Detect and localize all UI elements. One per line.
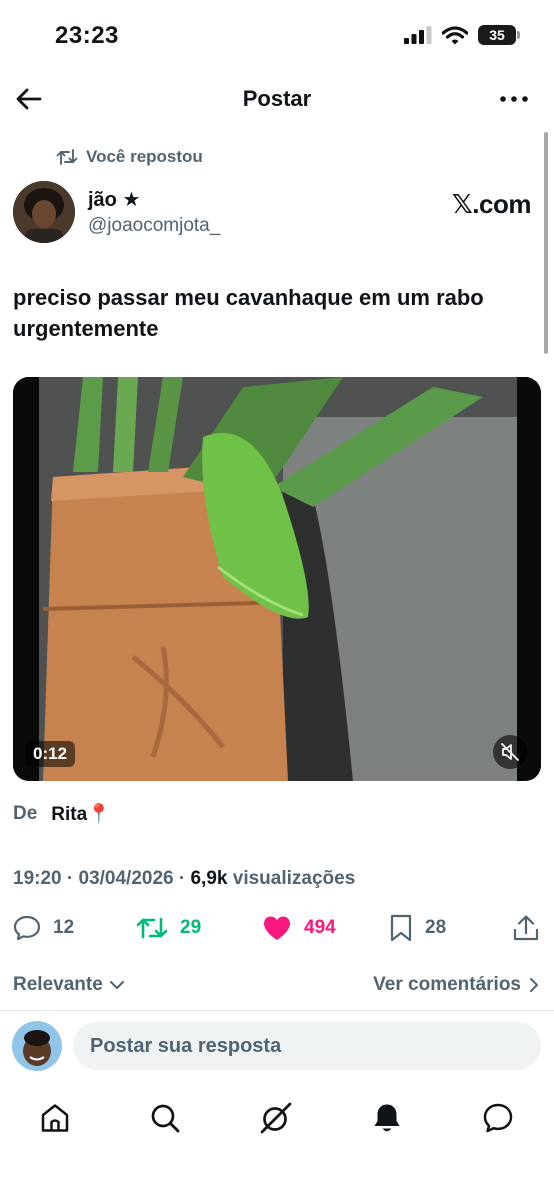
tab-search[interactable] [143, 1096, 187, 1140]
like-button[interactable]: 494 [262, 910, 336, 946]
search-icon [151, 1104, 180, 1133]
bookmark-count: 28 [425, 917, 447, 938]
reply-button[interactable]: 12 [13, 910, 74, 946]
replies-sort-row: Relevante Ver comentários [13, 972, 541, 1000]
chevron-right-icon [530, 978, 538, 992]
wifi-icon [442, 25, 468, 44]
messages-icon [483, 1103, 513, 1133]
view-comments-link[interactable]: Ver comentários [373, 974, 539, 996]
post-author: jão ★ @joaocomjota_ 𝕏.com [13, 181, 543, 245]
share-button[interactable] [513, 910, 539, 946]
page-title: Postar [242, 86, 312, 111]
mute-button[interactable] [493, 735, 527, 769]
status-bar: 23:23 35 [0, 0, 554, 70]
repost-indicator[interactable]: Você repostou [56, 147, 203, 167]
user-avatar[interactable] [12, 1021, 62, 1071]
speaker-muted-icon [501, 743, 519, 761]
more-dots-icon [500, 96, 528, 102]
tab-notifications[interactable] [365, 1096, 409, 1140]
sort-label: Relevante [13, 974, 103, 995]
arrow-left-icon [16, 88, 42, 110]
back-button[interactable] [14, 84, 44, 114]
status-icons: 35 [404, 25, 520, 45]
post-text: preciso passar meu cavanhaque em um rabo… [13, 285, 484, 341]
author-handle[interactable]: @joaocomjota_ [88, 215, 220, 237]
from-attribution: De Rita📍 [13, 802, 111, 826]
from-label: De [13, 803, 38, 824]
action-bar: 12 29 494 28 [13, 910, 543, 946]
sort-dropdown[interactable]: Relevante [13, 974, 125, 996]
chevron-down-icon [109, 981, 124, 989]
status-time: 23:23 [55, 22, 119, 49]
view-comments-label: Ver comentários [373, 974, 521, 995]
tab-messages[interactable] [476, 1096, 520, 1140]
video-duration: 0:12 [25, 741, 76, 767]
bookmark-icon [390, 914, 412, 942]
notifications-icon [374, 1104, 400, 1132]
post-header: Postar [0, 70, 554, 128]
home-icon [41, 1104, 69, 1132]
battery-level: 35 [489, 27, 505, 43]
repost-label: Você repostou [86, 147, 203, 166]
scrollbar[interactable] [544, 132, 548, 354]
repost-count: 29 [180, 917, 202, 938]
from-name[interactable]: Rita📍 [51, 802, 111, 826]
reply-input[interactable]: Postar sua resposta [73, 1022, 541, 1070]
repost-icon [136, 917, 168, 939]
more-options-button[interactable] [498, 86, 530, 112]
reply-composer: Postar sua resposta [0, 1018, 554, 1076]
post-date: 03/04/2026 [78, 868, 174, 889]
repost-button[interactable]: 29 [136, 910, 201, 946]
author-avatar[interactable] [13, 181, 75, 243]
share-icon [513, 915, 539, 941]
post-time: 19:20 [13, 868, 62, 889]
post-video[interactable]: 0:12 [13, 377, 541, 781]
divider [0, 1010, 554, 1011]
grok-icon [260, 1102, 292, 1134]
source-badge: 𝕏.com [451, 189, 532, 219]
reply-count: 12 [53, 917, 75, 938]
reply-icon [13, 915, 41, 941]
tab-home[interactable] [33, 1096, 77, 1140]
bottom-tab-bar [0, 1088, 554, 1148]
like-count: 494 [304, 917, 336, 938]
post-meta: 19:20 · 03/04/2026 · 6,9k visualizações [13, 868, 356, 889]
heart-filled-icon [264, 916, 290, 940]
author-name[interactable]: jão ★ [88, 187, 140, 212]
cellular-signal-icon [404, 26, 432, 44]
bookmark-button[interactable]: 28 [389, 910, 446, 946]
battery-indicator: 35 [478, 25, 520, 45]
views-label: visualizações [232, 868, 356, 889]
repost-icon [56, 149, 78, 165]
tab-grok[interactable] [254, 1096, 298, 1140]
views-count: 6,9k [190, 868, 228, 889]
